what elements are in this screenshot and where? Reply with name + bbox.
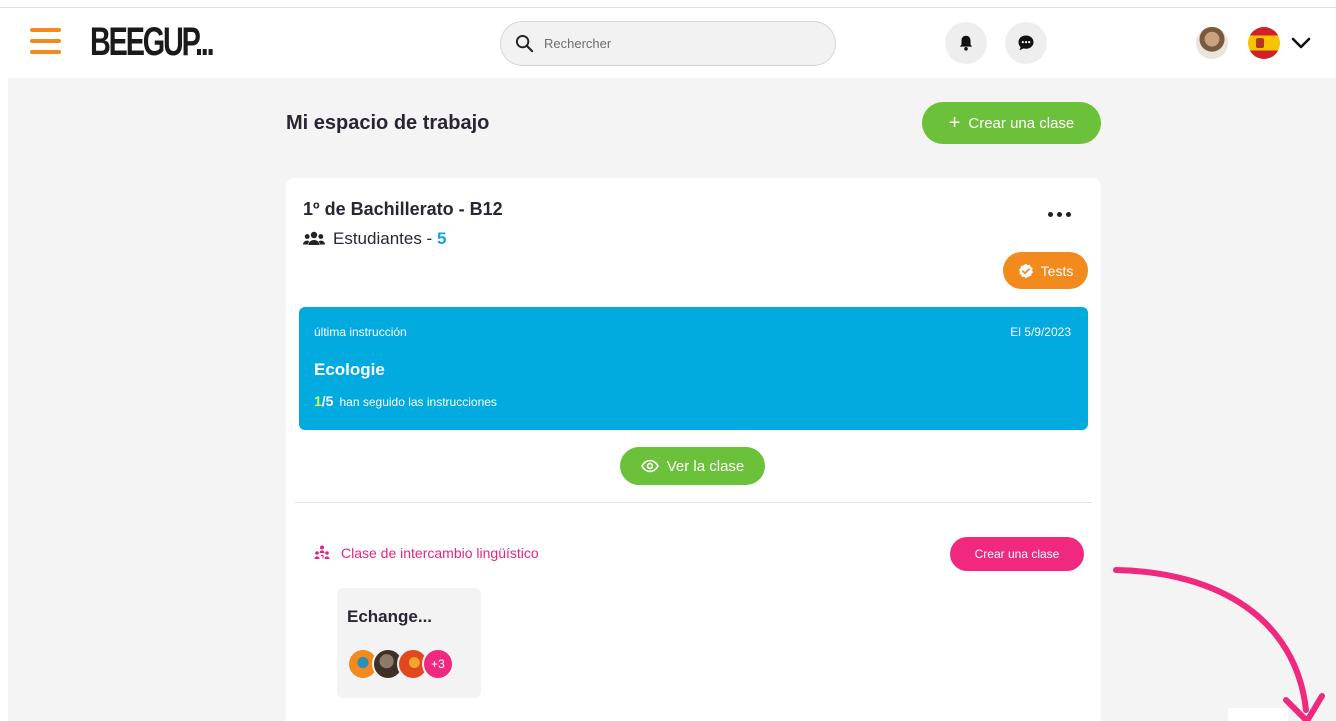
last-instruction-panel[interactable]: última instrucción El 5/9/2023 Ecologie … xyxy=(299,307,1088,430)
view-class-button[interactable]: Ver la clase xyxy=(620,447,765,485)
more-participants-badge: +3 xyxy=(422,648,454,680)
progress-done: 1 xyxy=(314,393,322,409)
language-exchange-label: Clase de intercambio lingüístico xyxy=(312,545,539,561)
top-header: BEEGUP... xyxy=(8,8,1336,78)
logo[interactable]: BEEGUP... xyxy=(90,20,215,64)
language-exchange-text: Clase de intercambio lingüístico xyxy=(341,545,539,561)
instruction-progress: 1/5 han seguido las instrucciones xyxy=(314,393,497,409)
students-label: Estudiantes - xyxy=(333,229,437,248)
bell-icon xyxy=(959,35,973,51)
plus-icon: + xyxy=(948,112,961,134)
create-exchange-class-button[interactable]: Crear una clase xyxy=(950,537,1084,571)
chevron-down-icon[interactable] xyxy=(1290,32,1312,54)
page-title: Mi espacio de trabajo xyxy=(286,112,490,134)
user-avatar[interactable] xyxy=(1196,27,1228,59)
users-icon xyxy=(303,231,325,245)
left-edge xyxy=(0,8,8,721)
view-class-label: Ver la clase xyxy=(666,457,745,475)
overlay-patch xyxy=(1228,708,1288,721)
search-bar[interactable] xyxy=(500,21,836,66)
instruction-date: El 5/9/2023 xyxy=(1010,325,1071,339)
search-input[interactable] xyxy=(544,36,804,51)
badge-check-icon xyxy=(1018,263,1033,278)
students-info: Estudiantes - 5 xyxy=(303,229,446,249)
notifications-button[interactable] xyxy=(945,22,987,64)
divider xyxy=(294,502,1092,503)
create-class-button[interactable]: + Crear una clase xyxy=(922,102,1101,144)
progress-total: /5 xyxy=(321,393,334,409)
more-options-icon[interactable] xyxy=(1048,212,1078,220)
menu-icon[interactable] xyxy=(30,28,61,58)
instruction-title: Ecologie xyxy=(314,360,385,379)
tests-button[interactable]: Tests xyxy=(1003,252,1088,289)
exchange-class-title: Echange... xyxy=(347,607,433,626)
create-exchange-class-label: Crear una clase xyxy=(974,547,1060,561)
last-instruction-label: última instrucción xyxy=(314,325,407,339)
messages-button[interactable] xyxy=(1005,22,1047,64)
spain-flag-icon[interactable] xyxy=(1248,27,1280,59)
participant-avatars: +3 xyxy=(347,648,477,680)
progress-text: han seguido las instrucciones xyxy=(339,395,497,409)
tests-label: Tests xyxy=(1040,262,1074,279)
page: BEEGUP... Rechercher Mi espacio de traba… xyxy=(0,0,1336,721)
create-class-label: Crear una clase xyxy=(968,114,1075,132)
group-icon xyxy=(314,545,330,559)
class-title: 1º de Bachillerato - B12 xyxy=(303,199,503,219)
chat-icon xyxy=(1018,35,1034,51)
eye-icon xyxy=(640,459,659,473)
exchange-class-card[interactable]: Echange... +3 xyxy=(337,588,481,698)
search-icon xyxy=(515,34,534,53)
students-count: 5 xyxy=(436,229,447,248)
